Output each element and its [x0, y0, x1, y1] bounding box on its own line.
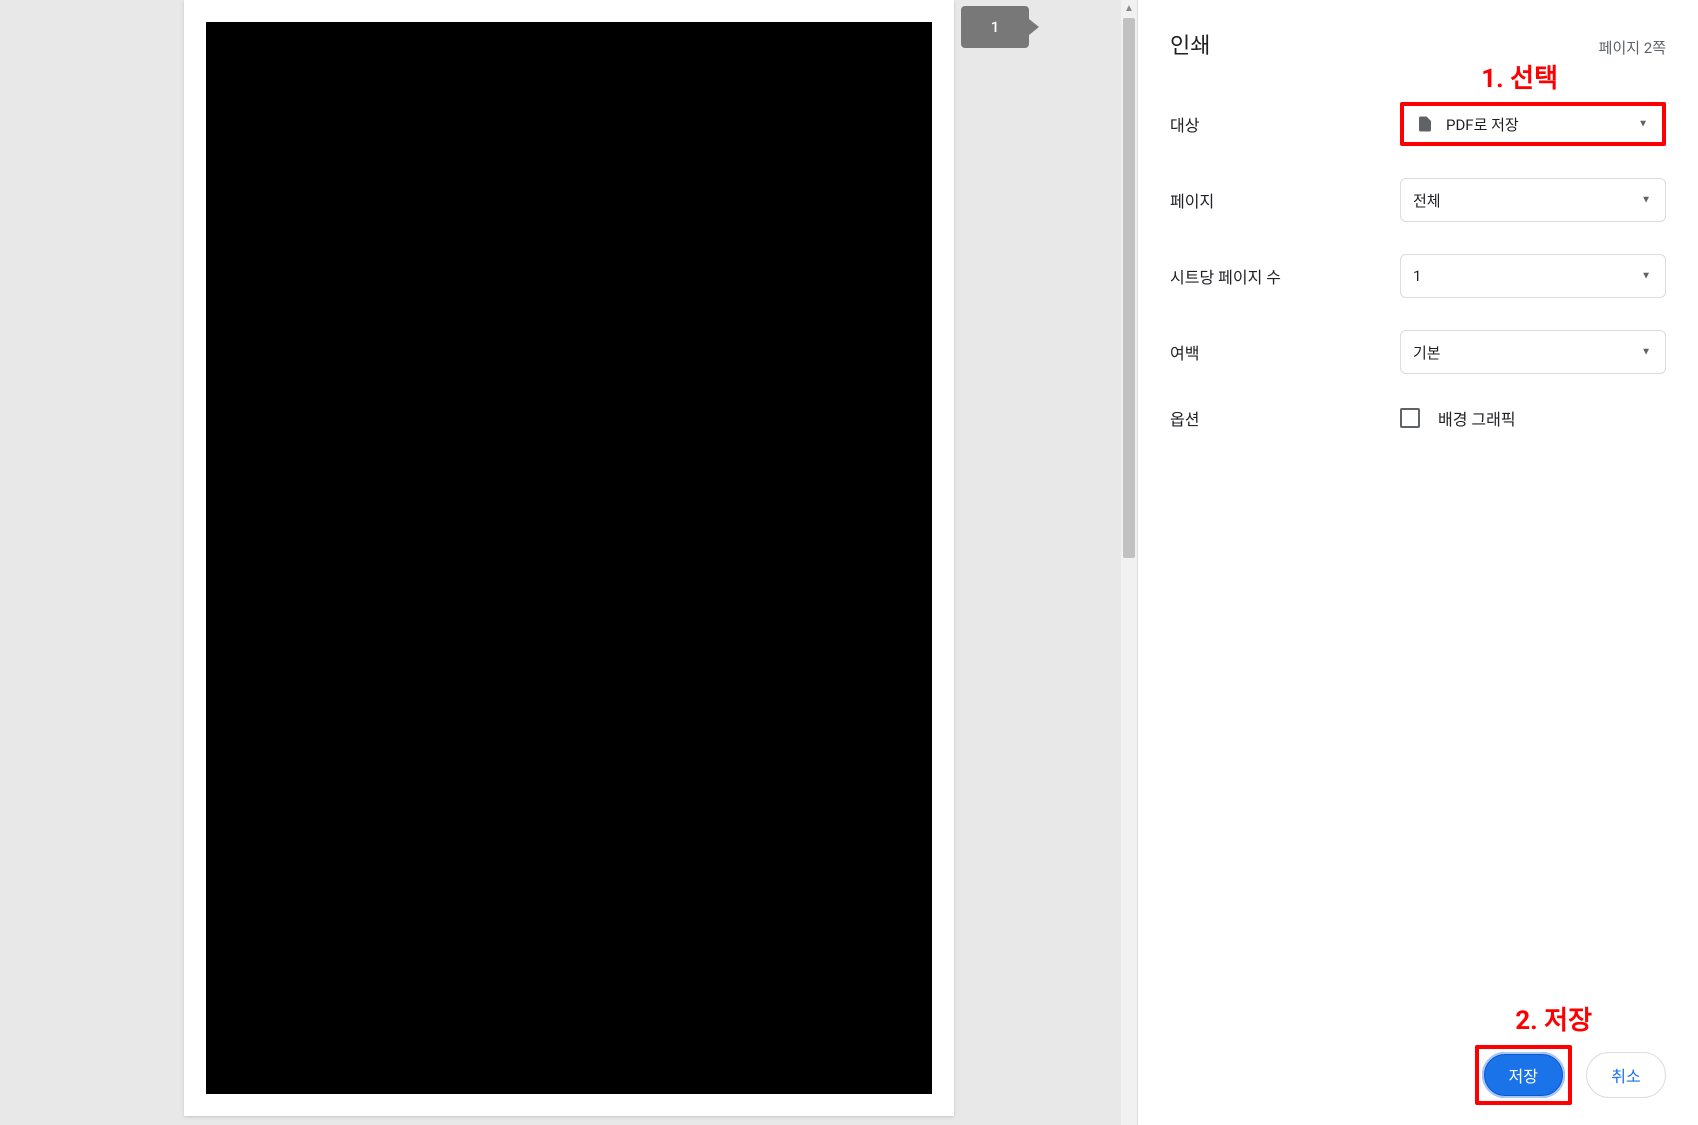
page-count-label: 페이지 2쪽	[1599, 37, 1666, 58]
caret-down-icon: ▼	[1638, 119, 1648, 130]
scrollbar-up-icon[interactable]: ▲	[1121, 0, 1137, 16]
document-icon	[1416, 114, 1434, 134]
panel-title: 인쇄	[1170, 28, 1210, 60]
background-graphics-label: 배경 그래픽	[1438, 406, 1516, 430]
page-indicator: 1	[961, 6, 1039, 48]
pages-per-sheet-select[interactable]: 1 ▼	[1400, 254, 1666, 298]
page-number-badge: 1	[961, 6, 1029, 48]
caret-down-icon: ▼	[1641, 195, 1651, 206]
destination-value: PDF로 저장	[1446, 114, 1519, 135]
save-button-highlight: 저장	[1475, 1045, 1572, 1105]
margins-select[interactable]: 기본 ▼	[1400, 330, 1666, 374]
preview-page[interactable]	[184, 0, 954, 1116]
scrollbar-thumb[interactable]	[1123, 18, 1135, 558]
margins-value: 기본	[1413, 342, 1441, 363]
badge-pointer-icon	[1029, 19, 1039, 35]
print-settings-panel: 인쇄 페이지 2쪽 1. 선택 대상 PDF로 저장 ▼ 페이지 전체	[1138, 0, 1698, 1125]
caret-down-icon: ▼	[1641, 347, 1651, 358]
preview-page-content	[206, 22, 932, 1094]
caret-down-icon: ▼	[1641, 271, 1651, 282]
label-margins: 여백	[1170, 340, 1400, 364]
background-graphics-checkbox-row[interactable]: 배경 그래픽	[1400, 406, 1666, 430]
print-preview-area: 1 ▲	[0, 0, 1138, 1125]
pages-value: 전체	[1413, 190, 1441, 211]
annotation-step2: 2. 저장	[1170, 1000, 1592, 1037]
checkbox-icon[interactable]	[1400, 408, 1420, 428]
destination-select[interactable]: PDF로 저장 ▼	[1400, 102, 1666, 146]
cancel-button[interactable]: 취소	[1586, 1052, 1666, 1098]
save-button[interactable]: 저장	[1482, 1052, 1565, 1098]
label-options: 옵션	[1170, 406, 1400, 430]
pages-select[interactable]: 전체 ▼	[1400, 178, 1666, 222]
preview-scrollbar[interactable]: ▲	[1121, 0, 1137, 1125]
pages-per-sheet-value: 1	[1413, 267, 1421, 285]
label-pages: 페이지	[1170, 188, 1400, 212]
label-pages-per-sheet: 시트당 페이지 수	[1170, 264, 1400, 288]
annotation-step1: 1. 선택	[1481, 58, 1558, 95]
label-destination: 대상	[1170, 112, 1400, 136]
